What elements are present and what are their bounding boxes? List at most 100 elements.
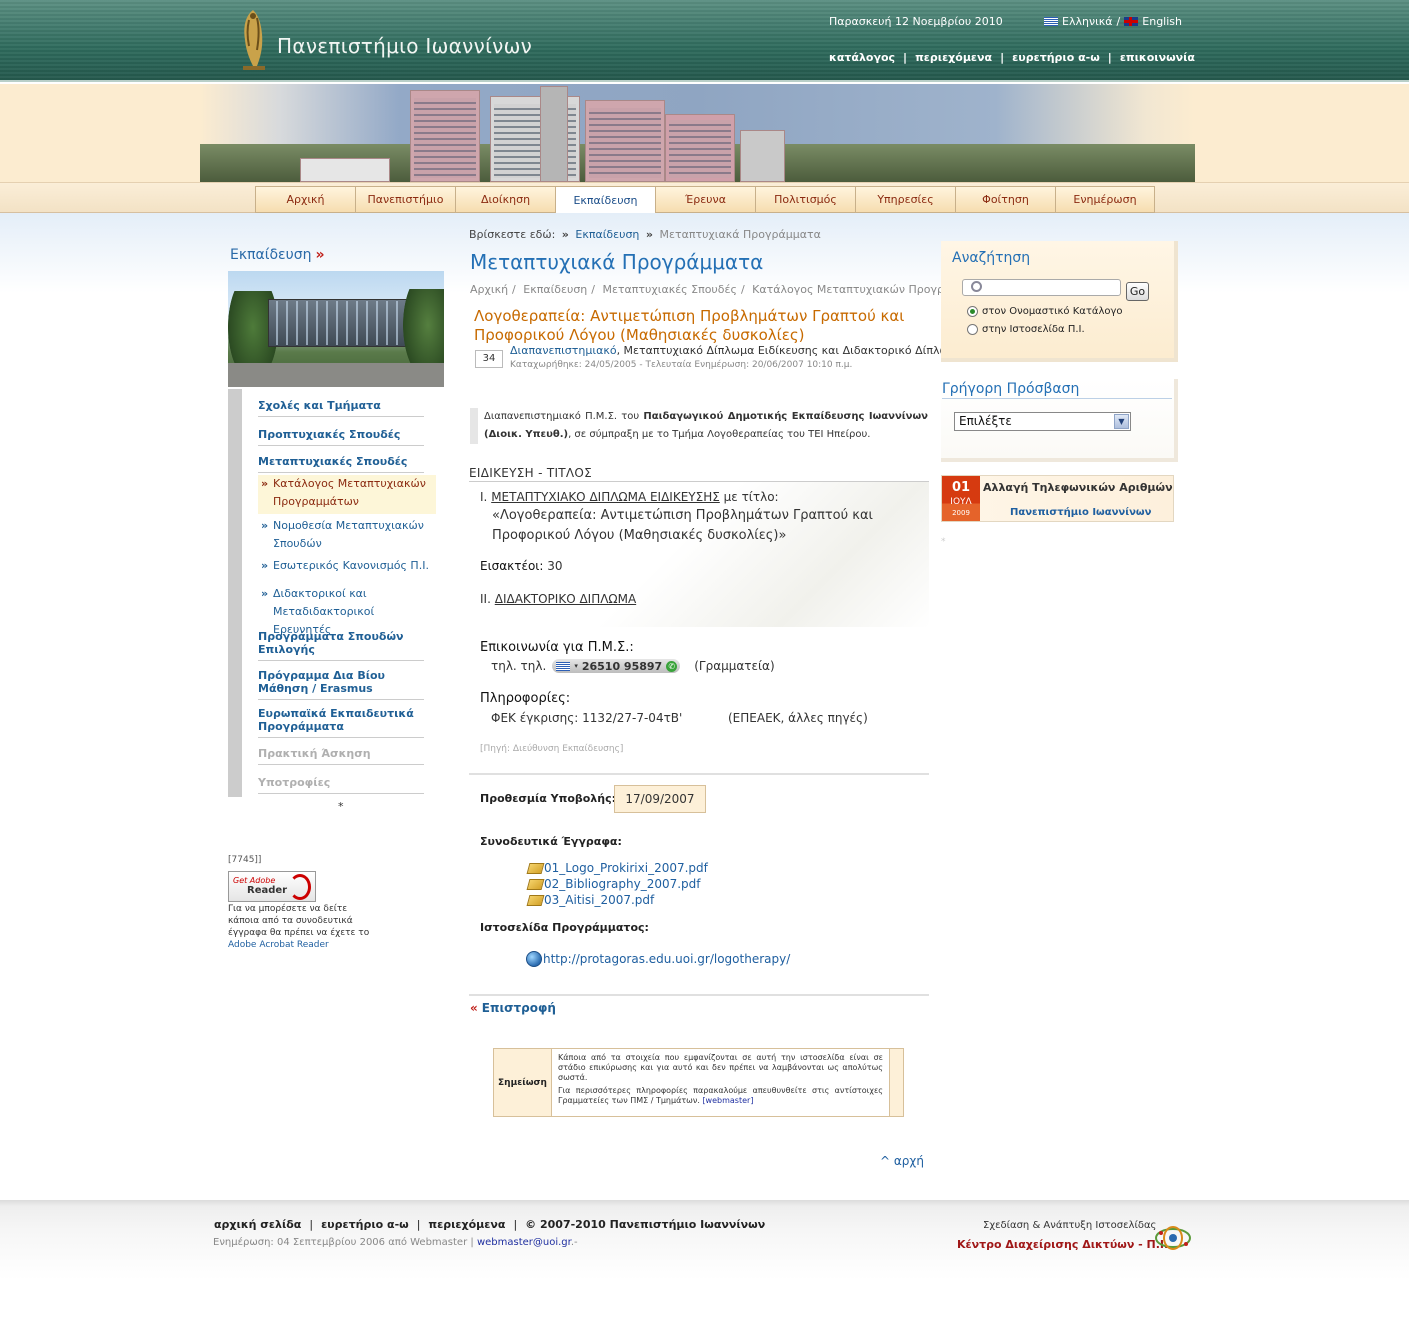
get-adobe-reader-button[interactable]: Get Adobe Reader: [228, 871, 316, 902]
webmaster-link[interactable]: [webmaster]: [702, 1096, 753, 1105]
header-date: Παρασκευή 12 Νοεμβρίου 2010: [829, 15, 1003, 28]
webmaster-email-link[interactable]: webmaster@uoi.gr: [477, 1237, 571, 1248]
info-heading: Πληροφορίες:: [480, 691, 571, 706]
footer-updated: Ενημέρωση: 04 Σεπτεμβρίου 2006 από Webma…: [213, 1237, 578, 1248]
left-menu-postgraduate[interactable]: Μεταπτυχιακές Σπουδές: [258, 455, 424, 473]
left-menu-internship[interactable]: Πρακτική Άσκηση: [258, 747, 424, 765]
top-nav-contact[interactable]: επικοινωνία: [1120, 51, 1195, 64]
left-menu-elective[interactable]: Προγράμματα Σπουδών Επιλογής: [258, 630, 424, 661]
masters-degree-link[interactable]: ΜΕΤΑΠΤΥΧΙΑΚΟ ΔΙΠΛΩΜΑ ΕΙΔΙΚΕΥΣΗΣ: [491, 490, 720, 504]
greek-flag-icon: [1044, 17, 1058, 26]
left-submenu-catalog[interactable]: » Κατάλογος Μεταπτυχιακών Προγραμμάτων: [258, 475, 436, 514]
tab-university[interactable]: Πανεπιστήμιο: [355, 186, 455, 213]
phone-row: τηλ. τηλ. ▾ 26510 95897 ✆ (Γραμματεία): [491, 659, 775, 673]
interuniversity-link[interactable]: Διαπανεπιστημιακό: [510, 344, 617, 357]
note-body: Κάποια από τα στοιχεία που εμφανίζονται …: [552, 1049, 890, 1116]
admitted: Εισακτέοι: 30: [480, 559, 563, 573]
search-catalog-option[interactable]: στον Ονομαστικό Κατάλογο: [967, 306, 1123, 317]
site-name: Πανεπιστήμιο Ιωαννίνων: [277, 34, 533, 58]
left-submenu-legislation[interactable]: » Νομοθεσία Μεταπτυχιακών Σπουδών: [258, 517, 436, 553]
program-count: 34: [475, 350, 503, 368]
back-to-top-link[interactable]: ^ αρχή: [880, 1154, 924, 1168]
documents-heading: Συνοδευτικά Έγγραφα:: [480, 835, 622, 848]
folder-icon: [526, 862, 545, 874]
phone-note: (Γραμματεία): [694, 659, 775, 673]
document-link[interactable]: 02_Bibliography_2007.pdf: [526, 877, 701, 891]
top-nav-sep: |: [1107, 51, 1112, 64]
tab-education[interactable]: Εκπαίδευση: [555, 186, 655, 214]
path-postgraduate[interactable]: Μεταπτυχιακές Σπουδές: [603, 283, 737, 296]
lang-separator: /: [1116, 15, 1121, 28]
spec-heading: ΕΙΔΙΚΕΥΣΗ - ΤΙΤΛΟΣ: [469, 466, 593, 480]
top-nav-catalog[interactable]: κατάλογος: [829, 51, 895, 64]
design-credit: Σχεδίαση & Ανάπτυξη Ιστοσελίδας: [983, 1220, 1157, 1231]
news-item[interactable]: 01 ΙΟΥΛ 2009 Αλλαγή Τηλεφωνικών Αριθμών …: [941, 475, 1174, 522]
footer-links: αρχική σελίδα | ευρετήριο α-ω | περιεχόμ…: [214, 1218, 766, 1231]
left-menu-scholarships[interactable]: Υποτροφίες: [258, 776, 424, 794]
fek-note: (ΕΠΕΑΕΚ, άλλες πηγές): [728, 711, 868, 725]
doctorate-link[interactable]: ΔΙΔΑΚΤΟΡΙΚΟ ΔΙΠΛΩΜΑ: [495, 592, 636, 606]
fek-info: ΦΕΚ έγκρισης: 1132/27-7-04τΒ': [491, 711, 683, 725]
radio-selected[interactable]: [967, 306, 978, 317]
quick-access-select[interactable]: Επιλέξτε ▼: [954, 412, 1131, 431]
left-menu-european[interactable]: Ευρωπαϊκά Εκπαιδευτικά Προγράμματα: [258, 707, 424, 738]
program-website-link[interactable]: http://protagoras.edu.uoi.gr/logotherapy…: [526, 951, 790, 967]
skype-call-button[interactable]: ▾ 26510 95897 ✆: [552, 659, 681, 673]
note-label: Σημείωση: [494, 1049, 552, 1116]
left-menu-schools[interactable]: Σχολές και Τμήματα: [258, 399, 424, 417]
deadline-value: 17/09/2007: [614, 785, 706, 813]
search-go-button[interactable]: Go: [1126, 282, 1149, 301]
folder-icon: [526, 878, 545, 890]
education-photo: [228, 271, 444, 387]
uk-flag-icon: [1124, 17, 1139, 26]
back-link[interactable]: «Επιστροφή: [470, 1001, 556, 1015]
footer-home-link[interactable]: αρχική σελίδα: [214, 1218, 301, 1231]
top-nav-contents[interactable]: περιεχόμενα: [915, 51, 992, 64]
program-dates: Καταχωρήθηκε: 24/05/2005 - Τελευταία Ενη…: [510, 360, 853, 370]
left-menu: Σχολές και Τμήματα Προπτυχιακές Σπουδές …: [228, 389, 444, 797]
lang-greek-link[interactable]: Ελληνικά: [1062, 15, 1113, 28]
search-site-option[interactable]: στην Ιστοσελίδα Π.Ι.: [967, 324, 1085, 335]
left-menu-erasmus[interactable]: Πρόγραμμα Δια Βίου Μάθηση / Erasmus: [258, 669, 424, 700]
phone-number: 26510 95897: [581, 659, 663, 673]
site-logo[interactable]: Πανεπιστήμιο Ιωαννίνων: [233, 6, 533, 72]
tab-studies[interactable]: Φοίτηση: [955, 186, 1055, 213]
deadline-label: Προθεσμία Υποβολής:: [480, 792, 617, 805]
calendar-icon: 01 ΙΟΥΛ 2009: [942, 476, 980, 521]
left-submenu-regulation[interactable]: » Εσωτερικός Κανονισμός Π.Ι.: [258, 557, 436, 575]
site-header: Πανεπιστήμιο Ιωαννίνων Παρασκευή 12 Νοεμ…: [0, 0, 1409, 82]
tab-administration[interactable]: Διοίκηση: [455, 186, 555, 213]
breadcrumb-education[interactable]: Εκπαίδευση: [575, 228, 639, 241]
contact-heading: Επικοινωνία για Π.Μ.Σ.:: [480, 640, 634, 655]
footer-index-link[interactable]: ευρετήριο α-ω: [321, 1218, 409, 1231]
adobe-reader-link[interactable]: Adobe Acrobat Reader: [228, 940, 329, 950]
network-center-logo-icon: [1155, 1226, 1191, 1250]
path-education[interactable]: Εκπαίδευση: [523, 283, 587, 296]
tab-news[interactable]: Ενημέρωση: [1055, 186, 1155, 213]
campus-banner: [0, 84, 1409, 182]
left-menu-undergraduate[interactable]: Προπτυχιακές Σπουδές: [258, 428, 424, 446]
tab-services[interactable]: Υπηρεσίες: [855, 186, 955, 213]
copyright: © 2007-2010 Πανεπιστήμιο Ιωαννίνων: [525, 1218, 766, 1231]
tab-research[interactable]: Έρευνα: [655, 186, 755, 213]
lang-english-link[interactable]: English: [1142, 15, 1182, 28]
document-link[interactable]: 03_Aitisi_2007.pdf: [526, 893, 654, 907]
footer-contents-link[interactable]: περιεχόμενα: [428, 1218, 505, 1231]
breadcrumb-current: Μεταπτυχιακά Προγράμματα: [659, 228, 821, 241]
document-link[interactable]: 01_Logo_Prokirixi_2007.pdf: [526, 861, 708, 875]
adobe-note: Για να μπορέσετε να δείτε κάποια από τα …: [228, 904, 370, 950]
top-nav-index[interactable]: ευρετήριο α-ω: [1012, 51, 1100, 64]
tab-home[interactable]: Αρχική: [255, 186, 355, 213]
radio-unselected[interactable]: [967, 324, 978, 335]
top-nav-sep: |: [1000, 51, 1005, 64]
top-nav-sep: |: [903, 51, 908, 64]
quick-access-title: Γρήγορη Πρόσβαση: [942, 381, 1172, 399]
path-home[interactable]: Αρχική: [470, 283, 508, 296]
adobe-logo-icon: [289, 874, 311, 900]
tab-culture[interactable]: Πολιτισμός: [755, 186, 855, 213]
news-title: Αλλαγή Τηλεφωνικών Αριθμών: [983, 481, 1173, 494]
search-input[interactable]: [962, 279, 1121, 296]
program-meta: Διαπανεπιστημιακό, Μεταπτυχιακό Δίπλωμα …: [510, 344, 963, 370]
main-nav-tabs: Αρχική Πανεπιστήμιο Διοίκηση Εκπαίδευση …: [255, 186, 1155, 214]
program-intro: Διαπανεπιστημιακό Π.Μ.Σ. του Παιδαγωγικο…: [470, 408, 928, 444]
